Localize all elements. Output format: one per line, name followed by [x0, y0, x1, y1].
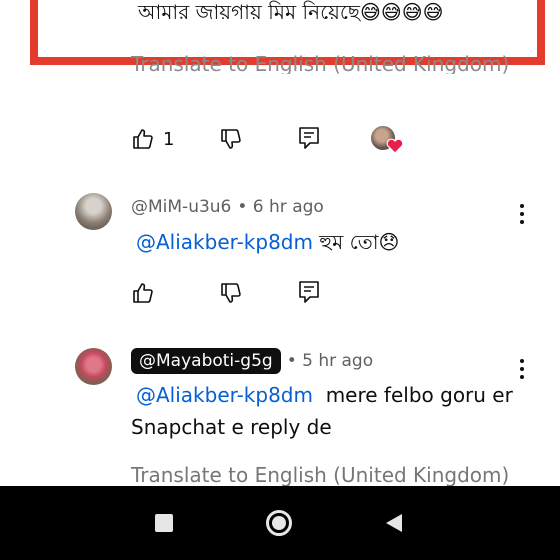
- like-icon: [133, 283, 153, 303]
- comment-1-mention[interactable]: @Aliakber-kp8dm: [136, 230, 313, 254]
- like-icon: [133, 129, 153, 149]
- stop-icon[interactable]: [155, 514, 173, 532]
- dislike-button[interactable]: [219, 127, 243, 151]
- dislike-icon: [221, 129, 241, 149]
- reply-icon: [299, 281, 319, 303]
- comment-2-author[interactable]: @Mayaboti-g5g: [131, 348, 281, 374]
- translate-link-bottom[interactable]: Translate to English (United Kingdom): [131, 463, 509, 486]
- avatar-mayaboti[interactable]: [75, 348, 112, 385]
- reply-button[interactable]: [298, 126, 320, 150]
- like-count: 1: [163, 128, 175, 150]
- comment-2-body-line1: @Aliakber-kp8dm mere felbo goru er: [136, 379, 513, 411]
- system-navigation-bar: [0, 486, 560, 560]
- comment-2-text-line1: mere felbo goru er: [312, 383, 513, 407]
- translate-link-top[interactable]: Translate to English (United Kingdom): [131, 52, 509, 74]
- comment-2-mention[interactable]: @Aliakber-kp8dm: [136, 383, 313, 407]
- like-button[interactable]: [131, 281, 155, 305]
- comment-2-meta: @Mayaboti-g5g • 5 hr ago: [131, 348, 373, 374]
- comment-2-time: • 5 hr ago: [286, 351, 374, 371]
- avatar-mim[interactable]: [75, 193, 112, 230]
- dislike-icon: [221, 283, 241, 303]
- dislike-button[interactable]: [219, 281, 243, 305]
- like-button[interactable]: 1: [131, 127, 174, 151]
- comment-1-text: হুম তো😞: [312, 230, 400, 254]
- comment-1-author[interactable]: @MiM-u3u6: [131, 197, 231, 217]
- reply-icon: [299, 127, 319, 149]
- back-icon[interactable]: [384, 513, 404, 533]
- kebab-menu-icon[interactable]: [519, 204, 525, 224]
- comment-1-meta: @MiM-u3u6 • 6 hr ago: [131, 197, 324, 217]
- kebab-menu-icon[interactable]: [519, 359, 525, 379]
- comment-2-text-line2: Snapchat e reply de: [131, 415, 332, 439]
- highlighted-comment-text: আমার জায়গায় মিম নিয়েছে😅😅😅😅: [138, 0, 444, 24]
- heart-icon: [386, 138, 404, 154]
- comment-1-time: • 6 hr ago: [237, 197, 324, 217]
- home-icon[interactable]: [266, 510, 292, 536]
- reply-button[interactable]: [298, 280, 320, 304]
- comment-1-body: @Aliakber-kp8dm হুম তো😞: [136, 226, 399, 258]
